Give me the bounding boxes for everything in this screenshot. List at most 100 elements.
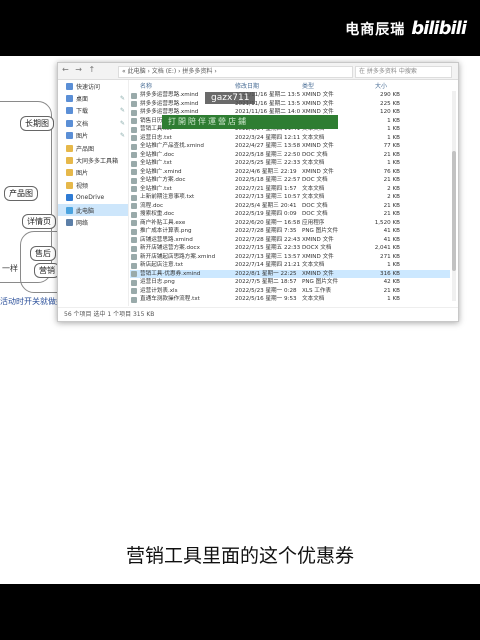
scrollbar-thumb[interactable] — [452, 151, 456, 271]
nav-item-label: 快速访问 — [76, 83, 101, 91]
file-row[interactable]: 直通车测款操作流程.txt 2022/5/16 星期一 9:53 文本文档 1 KB — [130, 295, 450, 304]
file-date: 2022/7/14 星期四 21:21 — [235, 262, 300, 268]
nav-item[interactable]: 视频 — [58, 179, 128, 191]
file-icon — [131, 254, 137, 260]
file-name: 全站推广.doc — [140, 151, 175, 158]
file-size: 77 KB — [383, 143, 400, 149]
file-row[interactable]: 新开店铺起店思路方案.xmind 2022/7/13 星期三 13:57 XMIND… — [130, 253, 450, 262]
file-row[interactable]: 拼多多运营思路.xmind 2021/11/16 星期二 13:56 XMIND 文… — [130, 91, 450, 100]
file-date: 2022/7/21 星期四 1:57 — [235, 185, 297, 192]
file-date: 2022/4/6 星期三 22:19 — [235, 168, 297, 175]
file-row[interactable]: 新开店铺运营方案.docx 2022/7/15 星期五 22:33 DOCX 文档 2… — [130, 244, 450, 253]
file-icon — [131, 211, 137, 218]
file-row[interactable]: 全站推广.txt 2022/5/25 星期三 22:33 文本文档 1 KB — [130, 159, 450, 168]
file-type: 文本文档 — [302, 185, 325, 192]
file-icon — [131, 109, 137, 116]
file-icon — [131, 118, 137, 124]
file-size: 21 KB — [383, 177, 400, 183]
folder-icon — [66, 181, 73, 189]
nav-item-label: 图片 — [76, 170, 89, 178]
file-icon — [131, 262, 137, 269]
column-header[interactable]: 修改日期 — [235, 81, 259, 90]
mindmap-text: 活动时开关就做好 — [0, 297, 64, 306]
pin-icon: ✎ — [119, 119, 125, 127]
file-type: 文本文档 — [302, 262, 325, 268]
file-type: XMIND 文件 — [302, 236, 334, 243]
file-row[interactable]: 营销工具-优惠券.xmind 2022/8/1 星期一 22:25 XMIND 文件… — [130, 269, 450, 278]
nav-item-label: 网络 — [76, 219, 89, 227]
column-header[interactable]: 名称 — [140, 81, 152, 90]
network-icon — [66, 218, 73, 226]
file-row[interactable]: 商户补贴工具.exe 2022/6/20 星期一 16:58 应用程序 1,520 K… — [130, 219, 450, 228]
path-breadcrumb[interactable]: « 此电脑 › 文档 (E:) › 拼多多资料 › — [118, 66, 353, 78]
file-date: 2022/7/5 星期二 18:57 — [235, 279, 297, 285]
file-row[interactable]: 全站推广.txt 2022/7/21 星期四 1:57 文本文档 2 KB — [130, 185, 450, 194]
file-size: 2 KB — [387, 194, 400, 200]
file-type: DOCX 文档 — [302, 245, 332, 251]
file-row[interactable]: 流程.doc 2022/5/4 星期三 20:41 DOC 文档 21 KB — [130, 202, 450, 211]
file-row[interactable]: 推广成本计算表.png 2022/7/28 星期四 7:35 PNG 图片文件 41 … — [130, 227, 450, 236]
mindmap-text: 一样 — [2, 264, 18, 273]
nav-item-label: 桌面 — [76, 96, 89, 104]
column-header[interactable]: 大小 — [375, 81, 387, 90]
column-header[interactable]: 类型 — [302, 81, 314, 90]
pin-icon: ✎ — [119, 107, 125, 115]
mindmap-node: 售后 — [30, 246, 56, 261]
file-row[interactable]: 运营计划表.xls 2022/5/23 星期一 0:28 XLS 工作表 21 KB — [130, 287, 450, 296]
nav-item[interactable]: 产品图 — [58, 142, 128, 154]
screen-recording: 长期图 产品图 详情页 售后 营销 一样 活动时开关就做好 ← → ↑ « 此电… — [0, 56, 480, 584]
file-name: 全站推广.xmind — [140, 168, 182, 175]
file-row[interactable]: 店铺运营思路.xmind 2022/7/28 星期四 22:43 XMIND 文件 4… — [130, 236, 450, 245]
file-row[interactable]: 拼多多运营思路.xmind 2021/11/16 星期二 13:51 XMIND 文… — [130, 100, 450, 109]
nav-item[interactable]: 大同多多工具箱 — [58, 154, 128, 166]
nav-item-label: 视频 — [76, 182, 89, 190]
file-name: 运营日志.png — [140, 279, 175, 285]
file-row[interactable]: 全站推广产品查找.xmind 2022/4/27 星期三 13:58 XMIND 文… — [130, 142, 450, 151]
file-type: DOC 文档 — [302, 202, 328, 209]
nav-item[interactable]: 图片 ✎ — [58, 130, 128, 142]
file-icon — [131, 135, 137, 141]
file-row[interactable]: 运营日志.png 2022/7/5 星期二 18:57 PNG 图片文件 42 KB — [130, 278, 450, 287]
file-size: 1,520 KB — [374, 219, 400, 226]
file-date: 2022/5/18 星期三 22:57 — [235, 177, 300, 183]
file-type: XMIND 文件 — [302, 253, 334, 260]
file-row[interactable]: 新店起店注意.txt 2022/7/14 星期四 21:21 文本文档 1 KB — [130, 261, 450, 270]
file-name: 新开店铺起店思路方案.xmind — [140, 253, 216, 260]
file-row[interactable]: 全站推广.xmind 2022/4/6 星期三 22:19 XMIND 文件 76 K… — [130, 168, 450, 177]
file-row[interactable]: 运营日志.txt 2022/3/24 星期四 12:11 文本文档 1 KB — [130, 134, 450, 143]
nav-item[interactable]: 网络 — [58, 216, 128, 228]
nav-item[interactable]: 文档 ✎ — [58, 117, 128, 129]
file-date: 2022/6/20 星期一 16:58 — [235, 219, 300, 226]
nav-arrows-icon[interactable]: ← → ↑ — [62, 65, 97, 74]
file-icon — [131, 177, 137, 184]
file-row[interactable]: 搜索权重.doc 2022/5/19 星期四 0:09 DOC 文档 21 KB — [130, 210, 450, 219]
file-explorer-window[interactable]: ← → ↑ « 此电脑 › 文档 (E:) › 拼多多资料 › 在 拼多多资料 … — [57, 62, 459, 322]
nav-item-label: 此电脑 — [76, 207, 95, 215]
file-size: 290 KB — [380, 92, 400, 98]
channel-name: 电商辰瑞 — [345, 21, 406, 38]
search-input[interactable]: 在 拼多多资料 中搜索 — [355, 66, 452, 78]
file-type: XMIND 文件 — [302, 270, 334, 277]
file-type: DOC 文档 — [302, 177, 328, 183]
file-name: 商户补贴工具.exe — [140, 219, 186, 226]
video-top-bar: 电商辰瑞 bilibili — [0, 0, 480, 56]
file-date: 2022/7/15 星期五 22:33 — [235, 245, 300, 251]
nav-item[interactable]: 此电脑 — [58, 203, 128, 217]
nav-item[interactable]: 桌面 ✎ — [58, 92, 128, 104]
file-name: 全站推广方案.doc — [140, 177, 186, 183]
file-row[interactable]: 上新前期注意事项.txt 2022/7/13 星期三 10:57 文本文档 2 KB — [130, 193, 450, 202]
scrollbar[interactable] — [452, 91, 456, 301]
nav-item[interactable]: 下载 ✎ — [58, 105, 128, 117]
nav-item[interactable]: 图片 — [58, 167, 128, 179]
nav-item[interactable]: OneDrive — [58, 192, 128, 204]
file-row[interactable]: 全站推广方案.doc 2022/5/18 星期三 22:57 DOC 文档 21 KB — [130, 176, 450, 185]
file-icon — [131, 220, 137, 226]
mindmap-node: 长期图 — [20, 116, 54, 131]
folder-icon — [66, 144, 73, 152]
file-type: XMIND 文件 — [302, 143, 334, 149]
nav-item[interactable]: 快速访问 — [58, 80, 128, 92]
file-size: 1 KB — [387, 134, 400, 141]
file-size: 271 KB — [380, 253, 400, 260]
file-row[interactable]: 全站推广.doc 2022/5/18 星期三 22:50 DOC 文档 21 KB — [130, 151, 450, 160]
file-type: XMIND 文件 — [302, 92, 334, 98]
